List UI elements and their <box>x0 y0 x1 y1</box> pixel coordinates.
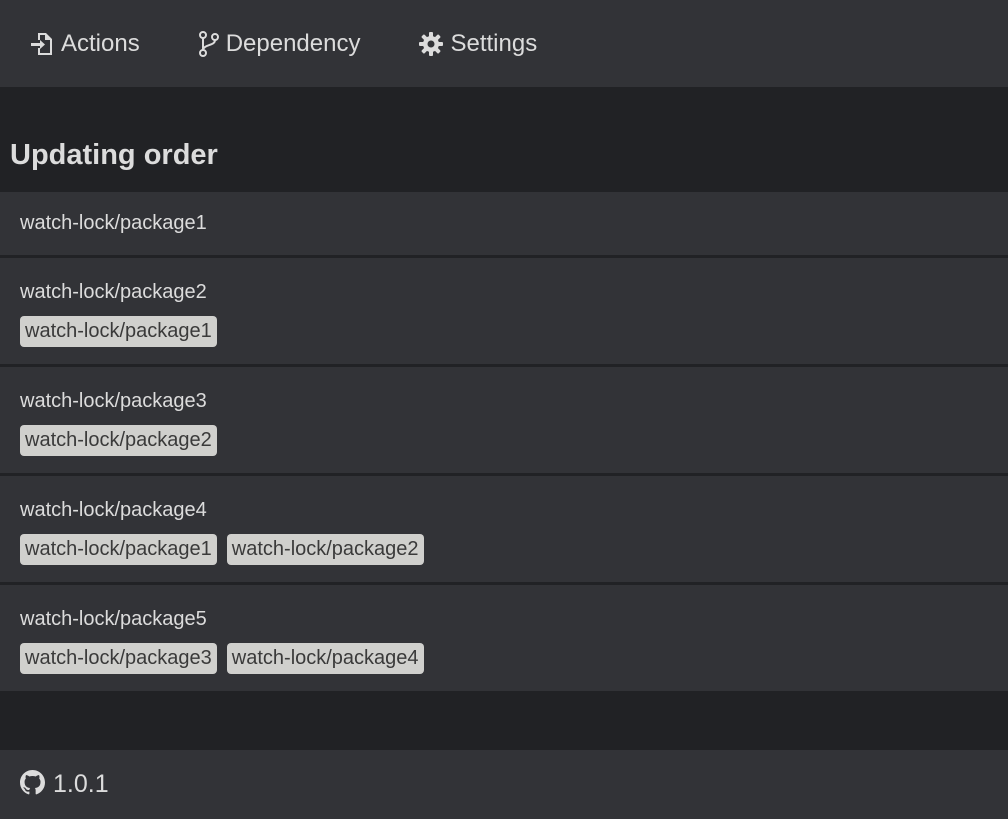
page-title: Updating order <box>10 139 218 171</box>
package-row: watch-lock/package1 <box>0 192 1008 255</box>
nav-settings-label: Settings <box>450 29 538 57</box>
package-name: watch-lock/package2 <box>20 281 207 303</box>
file-import-icon <box>29 31 55 57</box>
dependency-badge: watch-lock/package3 <box>20 643 217 674</box>
top-navbar: Actions Dependency Settings <box>0 0 1008 87</box>
package-row: watch-lock/package4 watch-lock/package1 … <box>0 476 1008 582</box>
package-row: watch-lock/package3 watch-lock/package2 <box>0 367 1008 473</box>
package-row: watch-lock/package5 watch-lock/package3 … <box>0 585 1008 691</box>
package-name: watch-lock/package3 <box>20 390 207 412</box>
package-name: watch-lock/package4 <box>20 499 207 521</box>
package-name: watch-lock/package5 <box>20 608 207 630</box>
nav-dependency[interactable]: Dependency <box>198 29 361 58</box>
nav-settings[interactable]: Settings <box>418 30 537 58</box>
package-row: watch-lock/package2 watch-lock/package1 <box>0 258 1008 364</box>
nav-dependency-label: Dependency <box>225 29 361 57</box>
dependency-badges: watch-lock/package1 <box>20 316 988 347</box>
footer: 1.0.1 <box>0 750 1008 819</box>
dependency-badge: watch-lock/package1 <box>20 534 217 565</box>
nav-actions-label: Actions <box>61 29 140 57</box>
version-label: 1.0.1 <box>53 770 109 798</box>
package-name: watch-lock/package1 <box>20 212 207 234</box>
dependency-badge: watch-lock/package2 <box>20 425 217 456</box>
dependency-badges: watch-lock/package1 watch-lock/package2 <box>20 534 988 565</box>
dependency-badges: watch-lock/package3 watch-lock/package4 <box>20 643 988 674</box>
code-branch-icon <box>198 30 220 57</box>
github-icon[interactable] <box>20 769 45 800</box>
dependency-badges: watch-lock/package2 <box>20 425 988 456</box>
gear-icon <box>418 31 444 57</box>
dependency-badge: watch-lock/package4 <box>226 643 424 674</box>
nav-actions[interactable]: Actions <box>29 30 140 58</box>
dependency-badge: watch-lock/package1 <box>20 316 217 347</box>
dependency-badge: watch-lock/package2 <box>226 534 424 565</box>
package-list: watch-lock/package1 watch-lock/package2 … <box>0 192 1008 691</box>
